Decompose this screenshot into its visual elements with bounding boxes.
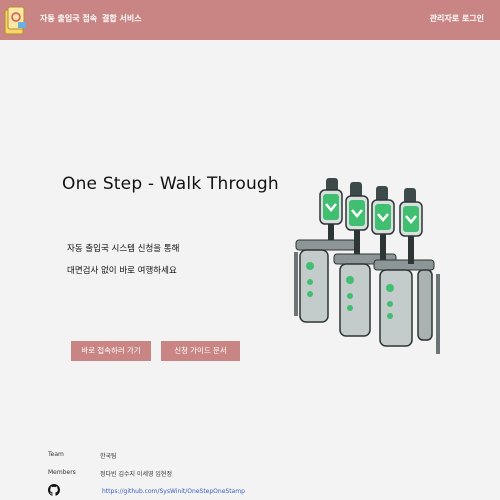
hero-title: One Step - Walk Through: [62, 174, 279, 194]
footer-team-label: Team: [48, 451, 64, 458]
navbar: 자동 출입국 접속 결합 서비스 관리자로 로그인: [0, 0, 500, 40]
hero-desc-line1: 자동 출입국 시스템 신청을 통해: [67, 244, 180, 254]
footer-team-value: 한국팀: [100, 453, 117, 460]
automated-gate-illustration: [294, 178, 440, 354]
nav-link-combined-service[interactable]: 결합 서비스: [102, 13, 142, 24]
footer-members-value: 정다빈 김수지 이세영 임현정: [100, 471, 172, 478]
github-icon[interactable]: [48, 484, 60, 496]
nav-link-auto-immigration[interactable]: 자동 출입국 접속: [40, 13, 97, 24]
hero-description: 자동 출입국 시스템 신청을 통해 대면검사 없이 바로 여행하세요: [67, 238, 179, 282]
start-button[interactable]: 바로 접속하러 가기: [71, 341, 151, 361]
admin-login-link[interactable]: 관리자로 로그인: [430, 13, 484, 24]
passport-stamp-logo-icon[interactable]: [4, 4, 28, 36]
hero-desc-line2: 대면검사 없이 바로 여행하세요: [67, 266, 177, 276]
github-repo-link[interactable]: https://github.com/SysWinit/OneStepOneSt…: [102, 488, 245, 495]
footer-members-label: Members: [48, 469, 76, 476]
guide-button[interactable]: 신청 가이드 문서: [161, 341, 240, 361]
